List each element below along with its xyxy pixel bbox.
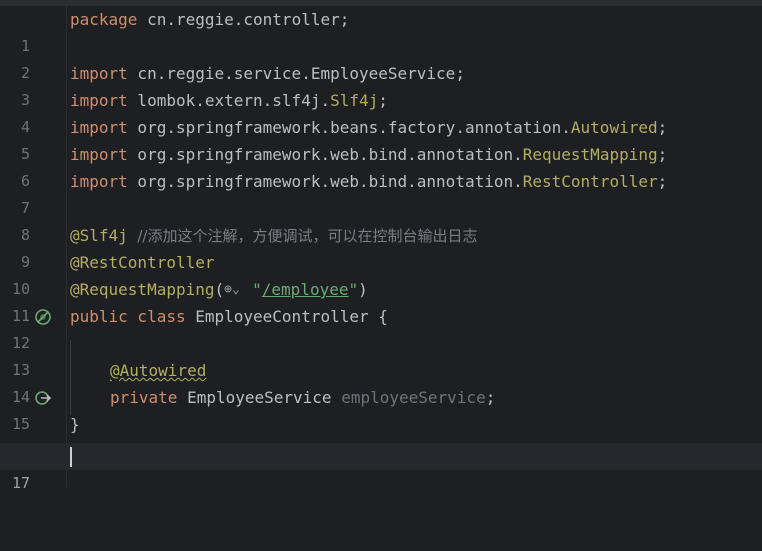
semicolon: ; (485, 388, 496, 407)
comment-token: //添加这个注解，方便调试，可以在控制台输出日志 (127, 227, 478, 245)
spring-bean-icon[interactable] (34, 308, 52, 326)
code-line-4[interactable]: 4 import lombok.extern.slf4j.Slf4j; (0, 87, 762, 136)
keyword-token: import (70, 172, 128, 191)
class-token: Slf4j (330, 91, 379, 110)
keyword-token: package (70, 10, 138, 29)
string-quote: " (348, 280, 359, 299)
semicolon: ; (378, 91, 388, 110)
line-text: import lombok.extern.slf4j.Slf4j; (70, 87, 388, 114)
class-token: Autowired (570, 118, 658, 137)
keyword-token: import (70, 145, 128, 164)
text-caret (70, 447, 72, 467)
code-line-13[interactable]: 13 (0, 330, 762, 379)
code-line-15[interactable]: 15 private EmployeeService employeeServi… (0, 384, 762, 433)
keyword-token: import (70, 118, 128, 137)
import-path: org.springframework.web.bind.annotation. (127, 172, 523, 191)
annotation-token: @RequestMapping (70, 280, 215, 299)
semicolon: ; (657, 118, 668, 137)
line-text: import cn.reggie.service.EmployeeService… (70, 60, 465, 87)
close-paren: ) (358, 280, 368, 299)
code-line-2[interactable]: 2 (0, 33, 762, 82)
indent-guide (70, 340, 71, 415)
type-token: EmployeeService (177, 388, 342, 407)
line-number: 17 (11, 474, 30, 492)
code-line-14[interactable]: 14 @Autowired (0, 357, 762, 406)
line-text: package cn.reggie.controller; (70, 6, 349, 33)
url-link[interactable]: /employee (262, 280, 349, 299)
import-path: org.springframework.beans.factory.annota… (127, 118, 571, 137)
code-editor[interactable]: 1 package cn.reggie.controller; 2 3 impo… (0, 0, 762, 492)
keyword-token: import (70, 64, 128, 83)
code-line-10[interactable]: 10 @RestController (0, 249, 762, 298)
line-text: private EmployeeService employeeService; (110, 384, 495, 411)
autowired-navigate-icon[interactable] (34, 389, 52, 407)
class-declaration: EmployeeController { (185, 307, 388, 326)
line-text: @RestController (70, 249, 215, 276)
line-text: import org.springframework.beans.factory… (70, 114, 667, 141)
line-text: @RequestMapping(⊕⌄ "/employee") (70, 276, 368, 303)
code-line-9[interactable]: 9 @Slf4j //添加这个注解，方便调试，可以在控制台输出日志 (0, 222, 762, 271)
keyword-token: private (110, 388, 178, 407)
code-line-12[interactable]: 12 public class EmployeeController { (0, 303, 762, 352)
code-line-5[interactable]: 5 import org.springframework.beans.facto… (0, 114, 762, 163)
keyword-token: import (70, 91, 128, 110)
class-token: RestController (522, 172, 658, 191)
line-text: @Slf4j //添加这个注解，方便调试，可以在控制台输出日志 (70, 222, 477, 250)
import-path: cn.reggie.service.EmployeeService; (127, 64, 465, 83)
keyword-token: public class (70, 307, 186, 326)
annotation-token: @RestController (70, 253, 215, 272)
semicolon: ; (657, 145, 668, 164)
globe-url-inlay-icon[interactable]: ⊕⌄ (224, 276, 252, 303)
code-line-6[interactable]: 6 import org.springframework.web.bind.an… (0, 141, 762, 190)
semicolon: ; (657, 172, 668, 191)
code-line-11[interactable]: 11 @RequestMapping(⊕⌄ "/employee") (0, 276, 762, 325)
open-paren: ( (214, 280, 225, 299)
line-text: import org.springframework.web.bind.anno… (70, 168, 667, 195)
line-text: } (70, 415, 80, 434)
code-line-3[interactable]: 3 import cn.reggie.service.EmployeeServi… (0, 60, 762, 109)
code-line-8[interactable]: 8 (0, 195, 762, 244)
import-path: lombok.extern.slf4j. (127, 91, 331, 110)
string-quote: " (252, 280, 262, 299)
code-line-1[interactable]: 1 package cn.reggie.controller; (0, 6, 762, 55)
line-text: public class EmployeeController { (70, 303, 388, 330)
import-path: org.springframework.web.bind.annotation. (127, 145, 523, 164)
code-line-17[interactable]: 17 (0, 443, 762, 492)
annotation-token: @Autowired (110, 361, 207, 380)
field-token: employeeService (341, 388, 486, 407)
annotation-token: @Slf4j (70, 226, 128, 245)
class-token: RequestMapping (522, 145, 658, 164)
package-name: cn.reggie.controller; (137, 10, 350, 29)
code-line-16[interactable]: 16 } (0, 411, 762, 460)
line-text: @Autowired (110, 357, 206, 384)
code-line-7[interactable]: 7 import org.springframework.web.bind.an… (0, 168, 762, 217)
line-text: import org.springframework.web.bind.anno… (70, 141, 667, 168)
